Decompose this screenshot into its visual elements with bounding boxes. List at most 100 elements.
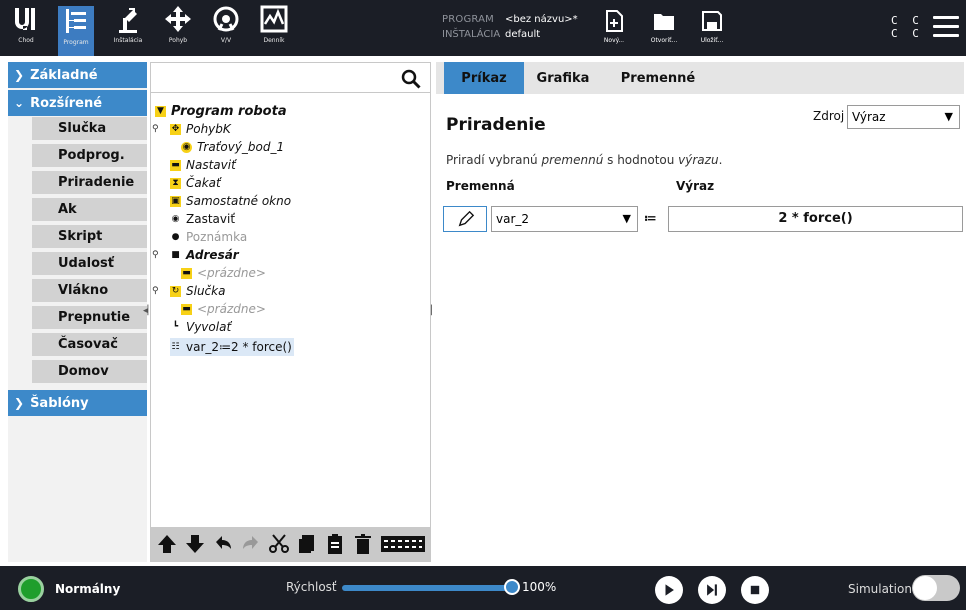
cut-icon[interactable] (268, 533, 290, 555)
sidebar-item-event[interactable]: Udalosť (32, 252, 147, 277)
sidebar-item-label: Prepnutie (58, 310, 131, 325)
expression-field[interactable]: 2 * force() (668, 206, 963, 232)
tree-node-halt[interactable]: ◉ Zastaviť (170, 210, 235, 228)
variable-dropdown[interactable]: var_2 ▼ (491, 206, 638, 232)
sidebar-item-script[interactable]: Skript (32, 225, 147, 250)
tree-node-set[interactable]: ▬ Nastaviť (170, 156, 236, 174)
status-indicator-icon[interactable] (18, 576, 44, 602)
suppress-icon[interactable] (380, 533, 426, 555)
step-icon (707, 584, 717, 596)
tree-node-waypoint[interactable]: ◉ Traťový_bod_1 (181, 138, 284, 156)
tree-node-assignment-selected[interactable]: ☷ var_2≔2 * force() (170, 338, 294, 356)
new-program-button[interactable]: Nový... (592, 10, 636, 44)
nav-program-label: Program (63, 39, 89, 46)
speed-label: Rýchlosť (286, 580, 337, 594)
redo-icon[interactable] (240, 533, 262, 555)
nav-installation-button[interactable]: Inštalácia (108, 4, 148, 54)
sidebar-basic-header[interactable]: ❯ Základné (8, 62, 147, 88)
step-button[interactable] (698, 576, 726, 604)
tree-node-program-root[interactable]: ▼ Program robota (155, 102, 287, 120)
sidebar-item-loop[interactable]: Slučka (32, 117, 147, 142)
tab-variables[interactable]: Premenné (606, 62, 710, 94)
cc-line-2: C C (891, 27, 923, 40)
paste-icon[interactable] (324, 533, 346, 555)
program-name: <bez názvu>* (505, 14, 578, 25)
nav-program-button[interactable]: Program (58, 6, 94, 56)
nav-io-button[interactable]: V/V (208, 4, 244, 54)
delete-icon[interactable] (352, 533, 374, 555)
assignment-icon: ☷ (171, 341, 180, 352)
chevron-right-icon: ❯ (14, 68, 25, 82)
sidebar-item-subprogram[interactable]: Podprog. (32, 144, 147, 169)
tree-node-wait[interactable]: ⧗ Čakať (170, 174, 221, 192)
control-status-indicator: C C C C (891, 14, 923, 40)
expand-pin-icon[interactable]: ⚲ (152, 124, 159, 134)
io-icon (213, 6, 239, 32)
tree-node-folder[interactable]: ■ Adresár (170, 246, 239, 264)
tree-node-call[interactable]: ┗ Vyvolať (170, 318, 231, 336)
folder-icon: ■ (171, 249, 180, 260)
speed-slider-track[interactable] (342, 585, 512, 591)
pencil-icon (458, 210, 475, 227)
sidebar-item-switch[interactable]: Prepnutie (32, 306, 147, 331)
tree-node-movel[interactable]: ✥ PohybK (170, 120, 231, 138)
sidebar-item-home[interactable]: Domov (32, 360, 147, 385)
sidebar-templates-header[interactable]: ❯ Šablóny (8, 390, 147, 416)
edit-variable-button[interactable] (443, 206, 487, 232)
expand-pin-icon[interactable]: ⚲ (152, 250, 159, 260)
sidebar-item-thread[interactable]: Vlákno (32, 279, 147, 304)
program-label: PROGRAM (442, 14, 495, 25)
tree-node-loop[interactable]: ↻ Slučka (170, 282, 225, 300)
command-panel (436, 62, 964, 562)
save-program-button[interactable]: Uložiť... (690, 10, 734, 44)
installation-label: INŠTALÁCIA (442, 29, 501, 40)
tree-node-empty[interactable]: ▬ <prázdne> (181, 264, 266, 282)
tab-graphics[interactable]: Grafika (524, 62, 602, 94)
sidebar-item-timer[interactable]: Časovač (32, 333, 147, 358)
sidebar-item-label: Slučka (58, 121, 107, 136)
sidebar-item-if[interactable]: Ak (32, 198, 147, 223)
search-icon[interactable] (401, 69, 421, 89)
move-down-icon[interactable] (184, 533, 206, 555)
dropdown-arrow-icon: ▼ (944, 110, 953, 123)
hamburger-menu-icon[interactable] (933, 16, 959, 38)
nav-move-button[interactable]: Pohyb (160, 4, 196, 54)
play-button[interactable] (655, 576, 683, 604)
expand-pin-icon[interactable]: ⚲ (152, 286, 159, 296)
new-file-icon (606, 10, 623, 32)
undo-icon[interactable] (212, 533, 234, 555)
nav-log-button[interactable]: Denník (256, 4, 292, 54)
tree-search-input[interactable] (151, 63, 430, 93)
open-label: Otvoriť... (650, 37, 678, 44)
sidebar-item-label: Priradenie (58, 175, 135, 190)
sidebar-item-label: Časovač (58, 337, 118, 352)
open-program-button[interactable]: Otvoriť... (642, 10, 686, 44)
installation-name: default (505, 29, 541, 40)
tree-node-comment[interactable]: ● Poznámka (170, 228, 248, 246)
nav-log-label: Denník (263, 37, 285, 44)
nav-run-button[interactable]: Chod (6, 4, 46, 54)
installation-icon (119, 8, 137, 33)
source-dropdown[interactable]: Výraz ▼ (847, 105, 960, 129)
move-icon (165, 6, 191, 32)
sidebar-advanced-header[interactable]: ⌄ Rozšírené (8, 90, 147, 116)
tab-command[interactable]: Príkaz (444, 62, 524, 94)
stop-button[interactable] (741, 576, 769, 604)
nav-io-label: V/V (220, 37, 232, 44)
dropdown-arrow-icon: ▼ (622, 212, 631, 225)
sidebar-item-label: Skript (58, 229, 103, 244)
nav-move-label: Pohyb (168, 37, 188, 44)
copy-icon[interactable] (296, 533, 318, 555)
sidebar-basic-label: Základné (30, 67, 98, 83)
sidebar-item-label: Udalosť (58, 256, 114, 271)
speed-slider-handle[interactable] (504, 579, 520, 595)
tree-node-empty[interactable]: ▬ <prázdne> (181, 300, 266, 318)
sidebar-templates-label: Šablóny (30, 395, 89, 411)
set-icon: ▬ (170, 159, 181, 171)
variable-column-header: Premenná (446, 179, 515, 193)
sidebar-item-assignment[interactable]: Priradenie (32, 171, 147, 196)
tree-node-popup[interactable]: ▣ Samostatné okno (170, 192, 291, 210)
move-up-icon[interactable] (156, 533, 178, 555)
hourglass-icon: ⧗ (170, 177, 181, 189)
simulation-label: Simulation (848, 582, 912, 596)
